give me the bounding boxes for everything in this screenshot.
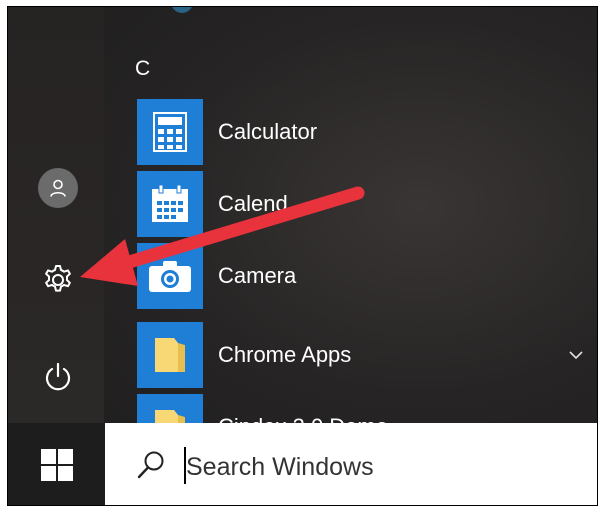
app-tile bbox=[137, 99, 203, 165]
folder-icon bbox=[155, 338, 185, 372]
calculator-icon bbox=[153, 112, 187, 152]
app-label: Chrome Apps bbox=[218, 342, 352, 367]
start-menu-screenshot: C Calculator Calend Camera Chrome Apps S… bbox=[7, 6, 598, 506]
person-icon bbox=[50, 179, 66, 197]
search-placeholder: Search Windows bbox=[186, 453, 374, 481]
app-label: Camera bbox=[218, 263, 297, 288]
search-box[interactable]: Search Windows bbox=[105, 423, 597, 505]
camera-icon bbox=[149, 261, 191, 292]
power-button[interactable] bbox=[34, 353, 82, 401]
app-label: Calend bbox=[218, 191, 288, 216]
app-label: Calculator bbox=[218, 119, 318, 144]
app-tile bbox=[137, 322, 203, 388]
app-tile bbox=[137, 243, 203, 309]
windows-logo-icon bbox=[40, 449, 73, 481]
app-item-chrome-apps[interactable]: Chrome Apps bbox=[137, 322, 597, 388]
power-icon bbox=[45, 362, 71, 391]
start-button[interactable] bbox=[8, 423, 105, 505]
user-avatar[interactable] bbox=[38, 168, 78, 208]
taskbar: Search Windows bbox=[8, 423, 597, 505]
settings-button[interactable] bbox=[34, 256, 82, 304]
gear-icon bbox=[45, 265, 71, 292]
app-item-calculator[interactable]: Calculator bbox=[137, 99, 597, 165]
search-icon bbox=[137, 451, 164, 479]
chevron-down-icon[interactable] bbox=[567, 346, 585, 364]
app-item-camera[interactable]: Camera bbox=[137, 243, 597, 309]
calendar-icon bbox=[152, 184, 188, 222]
app-item-calendar[interactable]: Calend bbox=[137, 171, 597, 237]
partial-app-icon bbox=[171, 7, 193, 13]
section-header-letter[interactable]: C bbox=[135, 57, 150, 81]
app-tile bbox=[137, 171, 203, 237]
